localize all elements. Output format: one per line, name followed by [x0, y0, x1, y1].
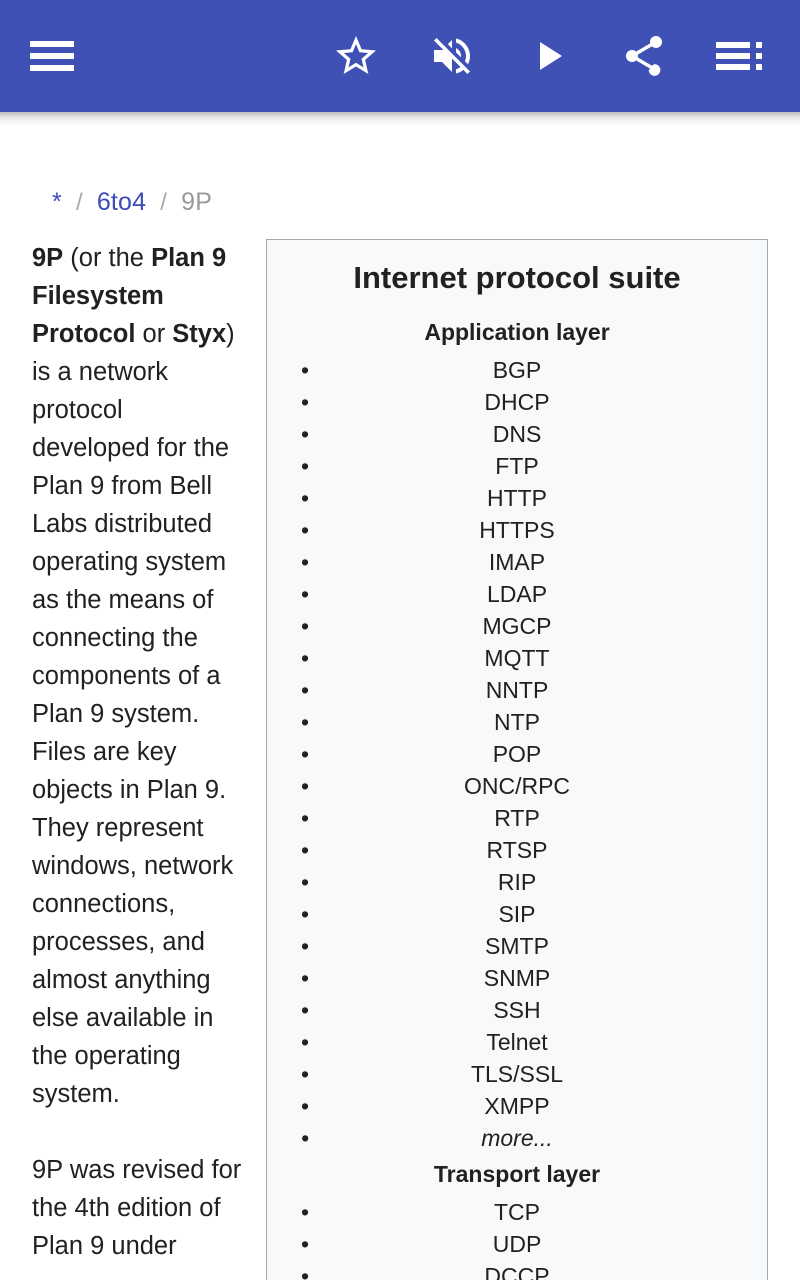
infobox-protocol-item[interactable]: XMPP: [267, 1090, 767, 1122]
breadcrumb-separator: /: [160, 189, 168, 216]
infobox-protocol-item[interactable]: DHCP: [267, 386, 767, 418]
infobox-protocol-item[interactable]: SNMP: [267, 962, 767, 994]
infobox-protocol-item[interactable]: ONC/RPC: [267, 770, 767, 802]
share-button[interactable]: [616, 28, 672, 84]
article-bold-text: Styx: [172, 320, 227, 348]
infobox-protocol-item[interactable]: MQTT: [267, 642, 767, 674]
hamburger-menu-icon: [30, 39, 74, 73]
infobox-protocol-list: TCPUDPDCCP: [267, 1196, 767, 1280]
hamburger-menu-button[interactable]: [24, 28, 80, 84]
breadcrumb-item-[interactable]: *: [52, 188, 62, 217]
infobox-protocol-item[interactable]: DCCP: [267, 1260, 767, 1280]
breadcrumb-separator: /: [75, 189, 83, 216]
infobox-protocol-item[interactable]: FTP: [267, 450, 767, 482]
infobox-protocol-item[interactable]: SSH: [267, 994, 767, 1026]
breadcrumb-item-9P: 9P: [181, 188, 213, 216]
app-bar-shadow: [0, 112, 800, 126]
article-text-column: 9P (or the Plan 9 Filesystem Protocol or…: [32, 239, 246, 1280]
infobox-sections: Application layer BGPDHCPDNSFTPHTTPHTTPSI…: [267, 312, 767, 1280]
mute-button[interactable]: [424, 28, 480, 84]
infobox-protocol-item[interactable]: LDAP: [267, 578, 767, 610]
infobox-protocol-item[interactable]: RIP: [267, 866, 767, 898]
infobox-protocol-item[interactable]: MGCP: [267, 610, 767, 642]
article-text: (or the: [63, 244, 152, 272]
infobox-title: Internet protocol suite: [353, 260, 681, 295]
infobox-protocol-list: BGPDHCPDNSFTPHTTPHTTPSIMAPLDAPMGCPMQTTNN…: [267, 354, 767, 1154]
app-bar: [0, 0, 800, 112]
star-outline-icon: [332, 32, 380, 80]
share-icon: [620, 32, 668, 80]
infobox-protocol-item[interactable]: SMTP: [267, 930, 767, 962]
infobox-protocol-item[interactable]: HTTP: [267, 482, 767, 514]
article-text: 9P was revised for the 4th edition of Pl…: [32, 1156, 242, 1260]
infobox-section-heading: Transport layer: [433, 1161, 601, 1187]
infobox-protocol-item[interactable]: RTSP: [267, 834, 767, 866]
infobox-protocol-item[interactable]: Telnet: [267, 1026, 767, 1058]
breadcrumb-item-6to4[interactable]: 6to4: [97, 188, 146, 217]
article-text: or: [135, 320, 173, 348]
infobox-protocol-item[interactable]: TLS/SSL: [267, 1058, 767, 1090]
app-bar-actions: [328, 28, 776, 84]
article-paragraph: 9P was revised for the 4th edition of Pl…: [32, 1151, 246, 1265]
infobox-protocol-item[interactable]: SIP: [267, 898, 767, 930]
contents-button[interactable]: [712, 28, 768, 84]
infobox-internet-protocol-suite: Internet protocol suite Application laye…: [266, 239, 768, 1280]
article-text: ) is a network protocol developed for th…: [32, 320, 235, 1108]
table-of-contents-icon: [716, 38, 764, 74]
app-bar-left-group: [24, 28, 80, 84]
page-content: * / 6to4 / 9P 9P (or the Plan 9 Filesystem P…: [0, 126, 800, 1280]
infobox-protocol-item[interactable]: DNS: [267, 418, 767, 450]
infobox-protocol-item[interactable]: TCP: [267, 1196, 767, 1228]
infobox-protocol-item[interactable]: BGP: [267, 354, 767, 386]
volume-mute-icon: [428, 32, 476, 80]
breadcrumb: * / 6to4 / 9P: [0, 126, 800, 217]
infobox-protocol-item[interactable]: HTTPS: [267, 514, 767, 546]
infobox-protocol-item[interactable]: NNTP: [267, 674, 767, 706]
infobox-section-heading: Application layer: [424, 319, 610, 345]
infobox-protocol-item[interactable]: POP: [267, 738, 767, 770]
article-bold-text: 9P: [32, 244, 64, 272]
infobox-more-link[interactable]: more...: [267, 1122, 767, 1154]
favorite-button[interactable]: [328, 28, 384, 84]
infobox-protocol-item[interactable]: IMAP: [267, 546, 767, 578]
infobox-protocol-item[interactable]: NTP: [267, 706, 767, 738]
play-icon: [524, 32, 572, 80]
infobox-protocol-item[interactable]: UDP: [267, 1228, 767, 1260]
article-paragraph: 9P (or the Plan 9 Filesystem Protocol or…: [32, 239, 246, 1113]
play-button[interactable]: [520, 28, 576, 84]
infobox-protocol-item[interactable]: RTP: [267, 802, 767, 834]
